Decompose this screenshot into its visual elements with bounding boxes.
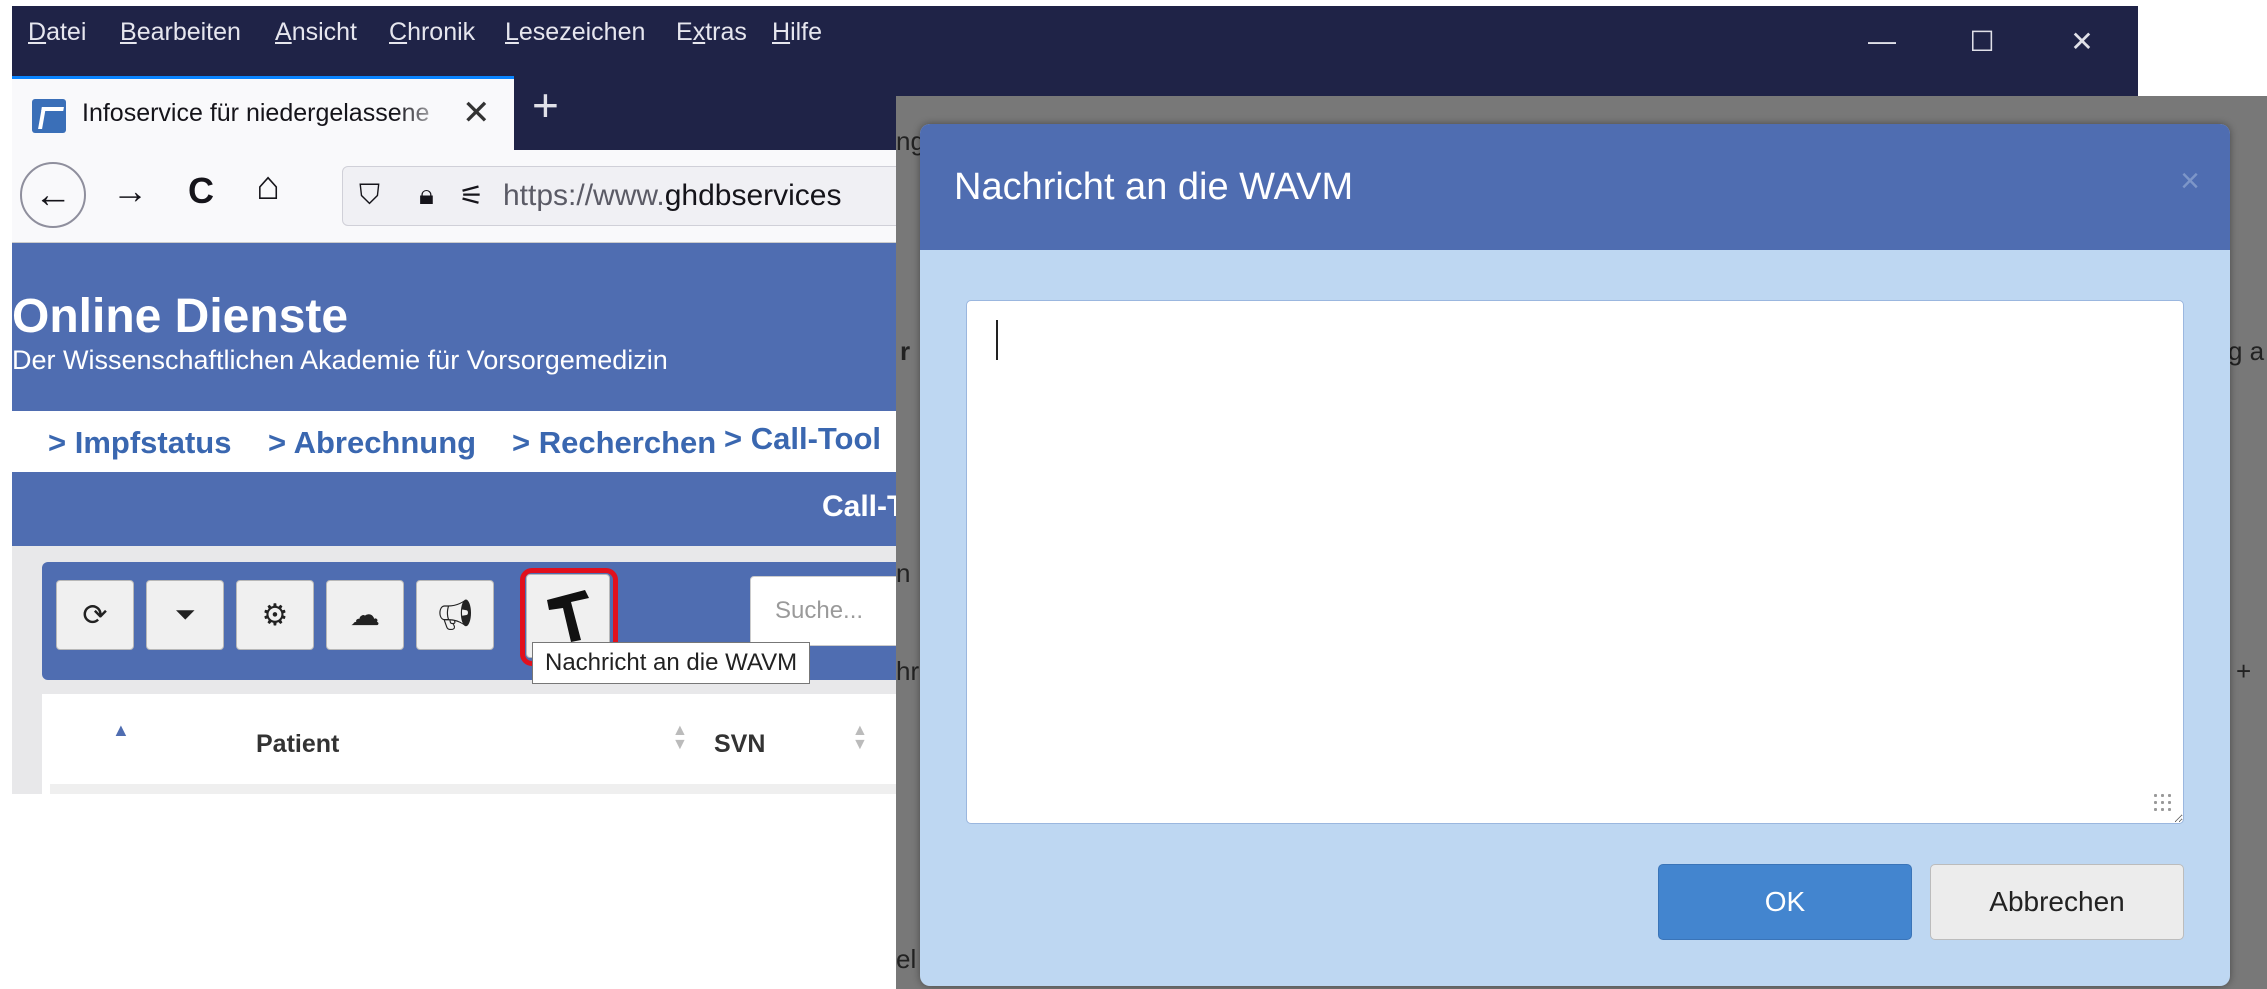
column-header-svn[interactable]: SVN	[714, 730, 765, 759]
backdrop-text: g a	[2228, 336, 2265, 366]
tooltip: Nachricht an die WAVM	[532, 642, 811, 684]
forward-icon[interactable]: →	[112, 170, 148, 212]
menu-ansicht[interactable]: Ansicht	[275, 18, 357, 47]
backdrop-text: n	[896, 558, 911, 588]
home-icon[interactable]: ⌂	[256, 164, 280, 209]
browser-tab[interactable]: Infoservice für niedergelassene ✕	[12, 76, 514, 150]
url-text: https://www.ghdbservices	[503, 179, 842, 212]
backdrop-text: r	[900, 336, 911, 366]
cloud-download-icon: ☁	[350, 598, 380, 632]
backdrop-text: hr	[896, 656, 920, 686]
menu-datei[interactable]: Datei	[28, 18, 86, 47]
tab-title: Infoservice für niedergelassene	[82, 99, 430, 127]
resize-grip-icon[interactable]	[2152, 792, 2174, 814]
reload-icon[interactable]: C	[188, 170, 214, 212]
ok-button[interactable]: OK	[1658, 864, 1912, 940]
text-caret	[996, 320, 998, 360]
dialog-title: Nachricht an die WAVM	[954, 166, 1354, 208]
call-tool-title: Call-T	[822, 490, 906, 523]
site-favicon-icon	[32, 99, 66, 133]
menu-extras[interactable]: Extras	[676, 18, 747, 47]
tab-close-icon[interactable]: ✕	[462, 93, 491, 133]
download-button[interactable]: ☁	[326, 580, 404, 650]
sort-icon[interactable]: ▲ ▼	[672, 723, 688, 753]
settings-button[interactable]: ⚙	[236, 580, 314, 650]
refresh-icon: ⟳	[82, 598, 108, 632]
backdrop-text: el	[896, 944, 917, 974]
back-icon[interactable]: ←	[20, 162, 86, 228]
sort-ascending-icon[interactable]: ▲	[112, 720, 130, 741]
column-header-patient[interactable]: Patient	[256, 730, 339, 759]
menu-bearbeiten[interactable]: Bearbeiten	[120, 18, 241, 47]
nav-call-tool[interactable]: > Call-Tool	[724, 421, 881, 457]
nav-abrechnung[interactable]: > Abrechnung	[268, 425, 476, 461]
message-textarea[interactable]	[966, 300, 2184, 824]
refresh-button[interactable]: ⟳	[56, 580, 134, 650]
menu-bar: Datei Bearbeiten Ansicht Chronik Lesezei…	[12, 6, 2138, 66]
nav-impfstatus[interactable]: > Impfstatus	[48, 425, 231, 461]
filter-button[interactable]: ⏷	[146, 580, 224, 650]
cancel-button[interactable]: Abbrechen	[1930, 864, 2184, 940]
megaphone-icon: 📢︎	[435, 598, 475, 632]
message-dialog: Nachricht an die WAVM × OK Abbrechen	[920, 124, 2230, 986]
site-subtitle: Der Wissenschaftlichen Akademie für Vors…	[12, 345, 668, 375]
menu-hilfe[interactable]: Hilfe	[772, 18, 822, 47]
menu-lesezeichen[interactable]: Lesezeichen	[505, 18, 645, 47]
permissions-icon[interactable]: ⚟	[459, 179, 484, 212]
gear-icon: ⚙	[261, 598, 289, 632]
menu-chronik[interactable]: Chronik	[389, 18, 475, 47]
sort-icon[interactable]: ▲ ▼	[852, 723, 868, 753]
close-icon[interactable]: ×	[2180, 162, 2200, 201]
shield-icon[interactable]: ⛉	[359, 179, 380, 212]
announce-button[interactable]: 📢︎	[416, 580, 494, 650]
nav-recherchen[interactable]: > Recherchen	[512, 425, 716, 461]
new-tab-icon[interactable]: +	[532, 78, 559, 132]
filter-icon: ⏷	[174, 599, 196, 629]
lock-icon[interactable]: 🔒︎	[419, 179, 434, 212]
backdrop-text: +	[2236, 656, 2252, 686]
site-title: Online Dienste	[12, 290, 349, 343]
dialog-header: Nachricht an die WAVM ×	[920, 124, 2230, 250]
